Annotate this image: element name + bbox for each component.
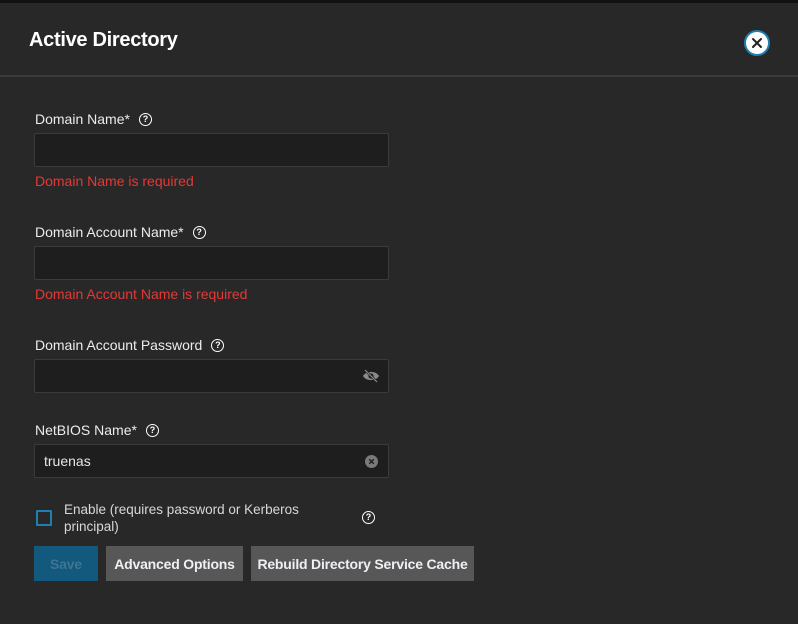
domain-name-input[interactable] [35, 134, 345, 166]
domain-account-password-input[interactable] [35, 360, 345, 392]
netbios-name-input[interactable] [35, 445, 345, 477]
domain-account-name-error: Domain Account Name is required [35, 286, 248, 302]
domain-account-password-field[interactable] [34, 359, 389, 393]
domain-account-password-label-text: Domain Account Password [35, 337, 203, 353]
header-divider [0, 75, 798, 77]
help-icon[interactable]: ? [211, 338, 225, 352]
domain-name-field[interactable] [34, 133, 389, 167]
domain-account-name-label: Domain Account Name* ? [35, 224, 206, 240]
clear-netbios-button[interactable] [362, 453, 380, 469]
dialog-title: Active Directory [29, 29, 178, 51]
close-icon [752, 38, 762, 48]
eye-off-icon [363, 369, 379, 383]
domain-account-name-input[interactable] [35, 247, 345, 279]
enable-checkbox[interactable] [36, 510, 52, 526]
netbios-name-label: NetBIOS Name* ? [35, 422, 159, 438]
save-button[interactable]: Save [34, 546, 98, 581]
rebuild-directory-service-cache-button[interactable]: Rebuild Directory Service Cache [251, 546, 474, 581]
advanced-options-button[interactable]: Advanced Options [106, 546, 243, 581]
close-button[interactable] [744, 30, 770, 56]
netbios-name-label-text: NetBIOS Name* [35, 422, 137, 438]
domain-name-label: Domain Name* ? [35, 111, 152, 127]
domain-account-password-label: Domain Account Password ? [35, 337, 225, 353]
dialog-header: Active Directory [0, 3, 798, 76]
netbios-name-field[interactable] [34, 444, 389, 478]
enable-checkbox-label[interactable]: Enable (requires password or Kerberos pr… [64, 501, 334, 535]
help-icon[interactable]: ? [192, 225, 206, 239]
domain-name-label-text: Domain Name* [35, 111, 130, 127]
clear-icon [364, 454, 378, 468]
help-icon[interactable]: ? [145, 423, 159, 437]
domain-account-name-label-text: Domain Account Name* [35, 224, 184, 240]
help-icon[interactable]: ? [138, 112, 152, 126]
help-icon[interactable]: ? [362, 511, 375, 524]
domain-name-error: Domain Name is required [35, 173, 194, 189]
toggle-password-visibility-button[interactable] [362, 368, 380, 384]
domain-account-name-field[interactable] [34, 246, 389, 280]
